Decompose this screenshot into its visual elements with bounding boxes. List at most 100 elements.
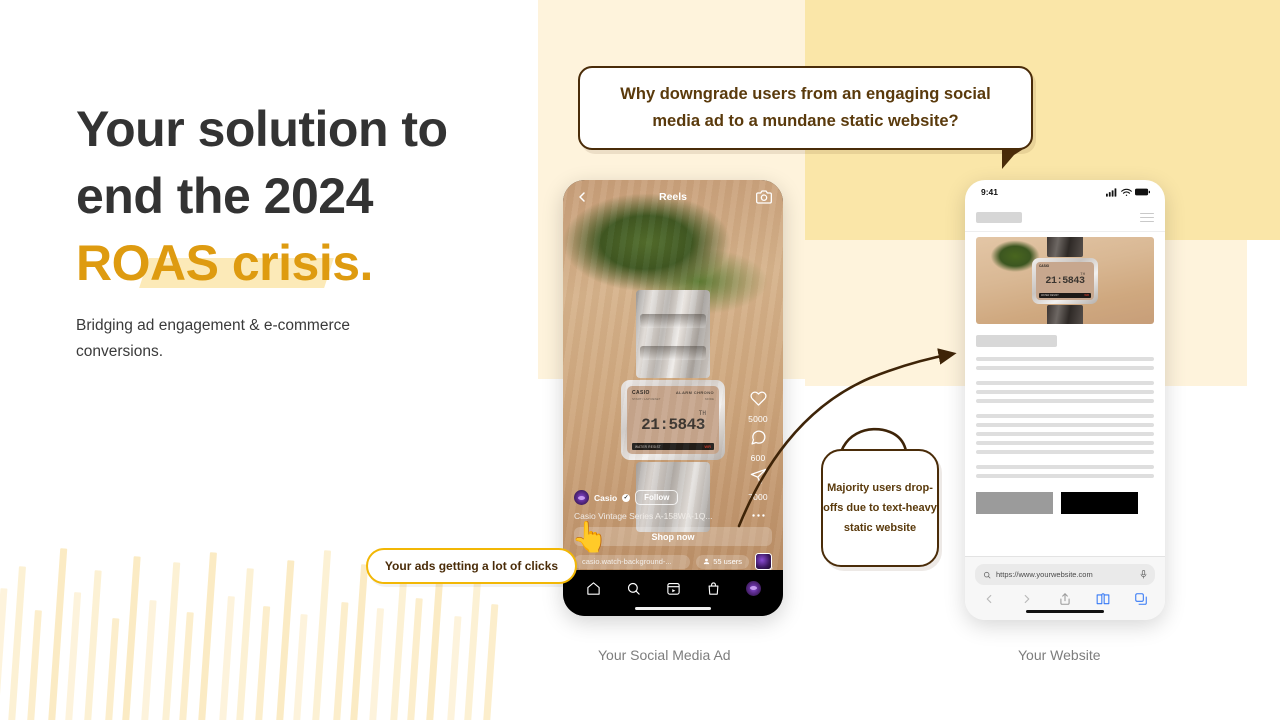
home-icon[interactable] [586, 581, 601, 596]
share-icon[interactable] [1058, 592, 1072, 606]
battery-icon [1135, 188, 1150, 196]
decorative-stripe [235, 568, 254, 720]
avatar[interactable] [574, 490, 589, 505]
decorative-stripe [104, 618, 120, 720]
users-count-pill[interactable]: 55 users [696, 554, 749, 569]
status-icons [1106, 187, 1150, 197]
forward-icon[interactable] [1020, 592, 1034, 606]
watch-footer-right: WR [704, 444, 711, 449]
callout-clicks-text: Your ads getting a lot of clicks [384, 559, 559, 573]
audio-album-icon[interactable] [755, 553, 773, 572]
like-action[interactable]: 5000 [748, 390, 768, 424]
reel-title: Reels [658, 191, 688, 203]
hero-watch-footer-right: WR [1084, 293, 1089, 298]
reel-caption: Casio Vintage Series A-158WA-1Q... [574, 511, 713, 521]
back-icon[interactable] [982, 592, 996, 606]
content-title-placeholder [976, 335, 1057, 347]
like-count: 5000 [748, 414, 768, 424]
account-name[interactable]: Casio [594, 493, 617, 503]
text-line [976, 381, 1154, 385]
text-line [976, 414, 1154, 418]
cellular-icon [1106, 187, 1117, 197]
url-text: https://www.yourwebsite.com [996, 570, 1093, 579]
text-line [976, 450, 1154, 454]
hamburger-icon[interactable] [1140, 212, 1154, 223]
hero-watch-lcd-time: 21:5843 [1045, 275, 1085, 287]
decorative-stripe [332, 602, 349, 720]
callout-dropoff: Majority users drop-offs due to text-hea… [821, 449, 939, 567]
reels-icon[interactable] [666, 581, 681, 596]
watch-face: CASIO ALARM CHRONO START / LAP RESET MOD… [627, 386, 719, 454]
decorative-stripe [311, 550, 332, 720]
text-line [976, 474, 1154, 478]
status-time: 9:41 [981, 187, 999, 197]
hero-watch-band-top [1047, 237, 1083, 257]
headline-line-1: Your solution to [76, 101, 448, 157]
watch-case: CASIO ALARM CHRONO START / LAP RESET MOD… [621, 380, 725, 460]
browser-tools [975, 585, 1155, 606]
site-logo-placeholder[interactable] [976, 212, 1022, 223]
hero-watch-case: CASIO TH 21:5843 WATER RESIST WR [1032, 257, 1098, 304]
audio-track-label[interactable]: casio.watch-background-... [574, 554, 691, 569]
search-icon[interactable] [626, 581, 641, 596]
caption-website: Your Website [1018, 647, 1101, 663]
follow-button[interactable]: Follow [635, 490, 679, 505]
callout-question: Why downgrade users from an engaging soc… [578, 66, 1033, 150]
verified-badge-icon: ✓ [622, 493, 631, 502]
hero-product-image: CASIO TH 21:5843 WATER RESIST WR [976, 237, 1154, 324]
pointing-hand-icon: 👆 [571, 521, 609, 554]
text-line [976, 423, 1154, 427]
share-icon[interactable] [750, 468, 767, 490]
hero-watch-band-bottom [1047, 304, 1083, 324]
decorative-stripe [178, 612, 194, 720]
decorative-stripe [482, 604, 499, 720]
text-line [976, 399, 1154, 403]
heart-icon[interactable] [749, 390, 767, 412]
decorative-stripe [0, 588, 8, 720]
profile-icon[interactable] [745, 580, 761, 596]
decorative-stripe [292, 614, 308, 720]
camera-icon[interactable] [756, 189, 772, 205]
hero-watch: CASIO TH 21:5843 WATER RESIST WR [1032, 237, 1098, 324]
callout-dropoff-text: Majority users drop-offs due to text-hea… [823, 482, 937, 534]
secondary-button-placeholder[interactable] [976, 492, 1053, 514]
comment-count: 600 [750, 453, 766, 463]
search-icon [983, 571, 991, 578]
decorative-stripe [275, 560, 295, 720]
comment-action[interactable]: 600 [750, 429, 767, 463]
watch-sub-right: MODE [705, 397, 714, 401]
reel-top-bar: Reels [563, 180, 783, 214]
watch-sub-left: START / LAP RESET [632, 397, 661, 401]
decorative-stripe [197, 552, 217, 720]
comment-icon[interactable] [750, 429, 767, 451]
decorative-stripe [83, 570, 102, 720]
shop-icon[interactable] [706, 581, 721, 596]
wifi-icon [1121, 188, 1132, 196]
decorative-stripe [7, 566, 26, 720]
text-line [976, 441, 1154, 445]
microphone-icon [1140, 570, 1147, 579]
decorative-stripe [406, 598, 423, 720]
tabs-icon[interactable] [1134, 592, 1148, 606]
website-phone: 9:41 CASIO TH 21:5843 WATER RESIST WR ht… [965, 180, 1165, 620]
home-indicator [635, 607, 711, 610]
text-line [976, 357, 1154, 361]
chevron-left-icon[interactable] [574, 189, 590, 205]
bookmarks-icon[interactable] [1096, 592, 1110, 606]
primary-button-placeholder[interactable] [1061, 492, 1138, 514]
decorative-stripe [425, 572, 444, 720]
account-row: Casio ✓ Follow [574, 490, 772, 505]
status-bar: 9:41 [965, 180, 1165, 204]
watch-footer-left: WATER RESIST [635, 444, 661, 449]
headline-line-2: end the 2024 [76, 168, 373, 224]
reel-meta-row: casio.watch-background-... 55 users [574, 553, 773, 572]
decorative-stripe [368, 608, 385, 720]
watch-lcd-small: TH [698, 410, 706, 417]
text-line [976, 465, 1154, 469]
watch-model: ALARM CHRONO [675, 390, 714, 395]
url-field[interactable]: https://www.yourwebsite.com [975, 564, 1155, 585]
text-line [976, 432, 1154, 436]
decorative-stripe [47, 548, 68, 720]
slide-canvas: Your solution to end the 2024 ROAS crisi… [0, 0, 1280, 720]
callout-question-text: Why downgrade users from an engaging soc… [620, 85, 991, 130]
